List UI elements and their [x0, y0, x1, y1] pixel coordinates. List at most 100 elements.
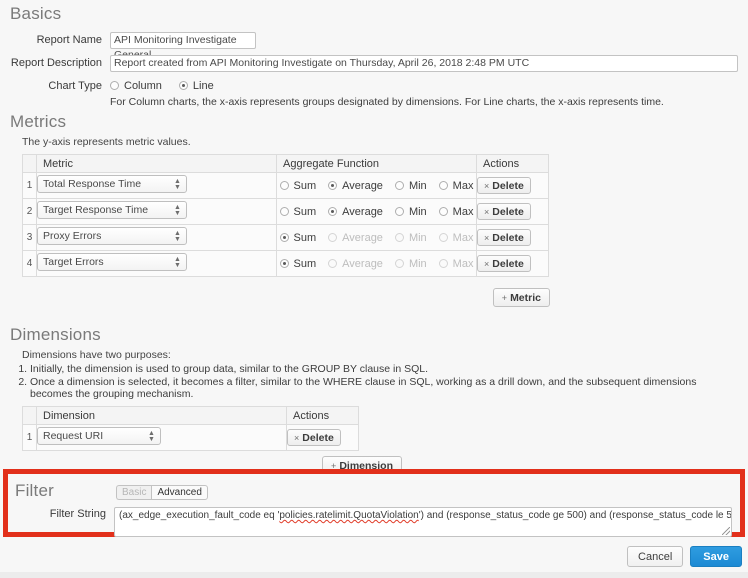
radio-sum[interactable]	[280, 207, 289, 216]
aggregate-label-sum[interactable]: Sum	[294, 232, 317, 244]
metric-select[interactable]: Target Response Time ▲▼	[37, 201, 187, 219]
basics-heading: Basics	[10, 4, 740, 24]
filter-section-highlight: Filter Basic Advanced Filter String (ax_…	[3, 469, 745, 537]
chart-type-row: Chart Type Column Line For Column charts…	[10, 78, 740, 108]
delete-dimension-label: Delete	[302, 432, 334, 444]
radio-average	[328, 259, 337, 268]
metrics-header-actions: Actions	[477, 155, 549, 173]
aggregate-label-sum[interactable]: Sum	[294, 206, 317, 218]
metrics-table-header: Metric Aggregate Function Actions	[23, 155, 549, 173]
filter-string-row: Filter String (ax_edge_execution_fault_c…	[8, 507, 732, 537]
delete-metric-button[interactable]: × Delete	[477, 203, 531, 220]
filter-mode-basic[interactable]: Basic	[116, 485, 151, 500]
dimensions-row-actions-cell: × Delete	[287, 425, 359, 451]
metrics-row-aggregate-cell: Sum Average Min Max	[277, 251, 477, 277]
dimensions-header-dimension: Dimension	[37, 407, 287, 425]
radio-max	[439, 259, 448, 268]
metrics-section: Metrics The y-axis represents metric val…	[10, 112, 740, 148]
chart-type-option-label[interactable]: Column	[124, 80, 162, 92]
aggregate-label-average[interactable]: Average	[342, 180, 383, 192]
metrics-row-index: 3	[23, 225, 37, 251]
radio-min[interactable]	[395, 181, 404, 190]
filter-heading: Filter	[15, 481, 54, 501]
bottom-strip	[0, 572, 748, 578]
radio-min[interactable]	[395, 207, 404, 216]
metrics-help-text: The y-axis represents metric values.	[22, 136, 740, 148]
radio-min	[395, 259, 404, 268]
metrics-row-aggregate-cell: Sum Average Min Max	[277, 173, 477, 199]
aggregate-label-sum[interactable]: Sum	[294, 180, 317, 192]
delete-metric-button[interactable]: × Delete	[477, 229, 531, 246]
aggregate-label-average[interactable]: Average	[342, 206, 383, 218]
radio-average[interactable]	[328, 207, 337, 216]
aggregate-label-max: Max	[453, 258, 474, 270]
metric-select[interactable]: Proxy Errors ▲▼	[37, 227, 187, 245]
cancel-button[interactable]: Cancel	[627, 546, 683, 567]
metric-select-value: Target Response Time	[43, 204, 148, 216]
add-metric-row: + Metric	[22, 288, 550, 307]
metric-select[interactable]: Target Errors ▲▼	[37, 253, 187, 271]
delete-dimension-button[interactable]: × Delete	[287, 429, 341, 446]
delete-metric-button[interactable]: × Delete	[477, 177, 531, 194]
spinner-icon: ▲▼	[174, 231, 181, 243]
add-metric-label: Metric	[510, 292, 541, 304]
filter-string-label: Filter String	[8, 507, 114, 537]
dimensions-table-header: Dimension Actions	[23, 407, 359, 425]
filter-mode-advanced[interactable]: Advanced	[151, 485, 207, 500]
dimension-select[interactable]: Request URI ▲▼	[37, 427, 161, 445]
metrics-row-aggregate-cell: Sum Average Min Max	[277, 199, 477, 225]
radio-sum[interactable]	[280, 233, 289, 242]
dimensions-table: Dimension Actions 1 Request URI ▲▼	[22, 406, 359, 451]
radio-average[interactable]	[328, 181, 337, 190]
metric-select-value: Total Response Time	[43, 178, 141, 190]
close-icon: ×	[484, 181, 489, 191]
aggregate-label-max[interactable]: Max	[453, 180, 474, 192]
report-name-label: Report Name	[10, 32, 110, 49]
aggregate-label-max[interactable]: Max	[453, 206, 474, 218]
metric-select[interactable]: Total Response Time ▲▼	[37, 175, 187, 193]
save-button[interactable]: Save	[690, 546, 742, 567]
report-description-input[interactable]: Report created from API Monitoring Inves…	[110, 55, 738, 72]
filter-string-input[interactable]: (ax_edge_execution_fault_code eq 'polici…	[114, 507, 732, 537]
radio-average	[328, 233, 337, 242]
spinner-icon: ▲▼	[174, 257, 181, 269]
aggregate-label-average: Average	[342, 258, 383, 270]
dimension-select-value: Request URI	[43, 430, 103, 442]
filter-string-misspelled-token: policies.ratelimit.QuotaViolation	[279, 510, 418, 521]
dimensions-bullet-list: Initially, the dimension is used to grou…	[10, 363, 740, 400]
add-metric-button[interactable]: + Metric	[493, 288, 550, 307]
dimensions-header-index	[23, 407, 37, 425]
radio-chart-column[interactable]	[110, 81, 119, 90]
aggregate-label-sum[interactable]: Sum	[294, 258, 317, 270]
delete-metric-label: Delete	[492, 232, 524, 244]
filter-string-prefix: (ax_edge_execution_fault_code eq '	[119, 510, 279, 521]
list-item: Once a dimension is selected, it becomes…	[30, 376, 740, 400]
radio-chart-line[interactable]	[179, 81, 188, 90]
aggregate-label-min: Min	[409, 258, 427, 270]
metrics-row-aggregate-cell: Sum Average Min Max	[277, 225, 477, 251]
table-row: 4 Target Errors ▲▼ Sum Average	[23, 251, 549, 277]
resize-handle-icon[interactable]	[722, 527, 730, 535]
report-name-input[interactable]: API Monitoring Investigate General	[110, 32, 256, 49]
table-row: 1 Request URI ▲▼ × Delete	[23, 425, 359, 451]
radio-max[interactable]	[439, 181, 448, 190]
basics-section: Basics Report Name API Monitoring Invest…	[10, 4, 740, 114]
dimensions-header-actions: Actions	[287, 407, 359, 425]
report-description-label: Report Description	[10, 55, 110, 72]
metrics-row-actions-cell: × Delete	[477, 251, 549, 277]
delete-metric-button[interactable]: × Delete	[477, 255, 531, 272]
aggregate-label-min[interactable]: Min	[409, 180, 427, 192]
chart-type-note: For Column charts, the x-axis represents…	[110, 96, 664, 108]
spinner-icon: ▲▼	[174, 179, 181, 191]
metrics-row-actions-cell: × Delete	[477, 225, 549, 251]
radio-min	[395, 233, 404, 242]
radio-sum[interactable]	[280, 259, 289, 268]
aggregate-label-min[interactable]: Min	[409, 206, 427, 218]
metrics-heading: Metrics	[10, 112, 740, 132]
radio-sum[interactable]	[280, 181, 289, 190]
metrics-row-metric-cell: Target Response Time ▲▼	[37, 199, 277, 225]
radio-max[interactable]	[439, 207, 448, 216]
chart-type-option-label[interactable]: Line	[193, 80, 214, 92]
dimensions-section: Dimensions Dimensions have two purposes:…	[10, 325, 740, 475]
report-editor-page: Basics Report Name API Monitoring Invest…	[0, 0, 748, 578]
